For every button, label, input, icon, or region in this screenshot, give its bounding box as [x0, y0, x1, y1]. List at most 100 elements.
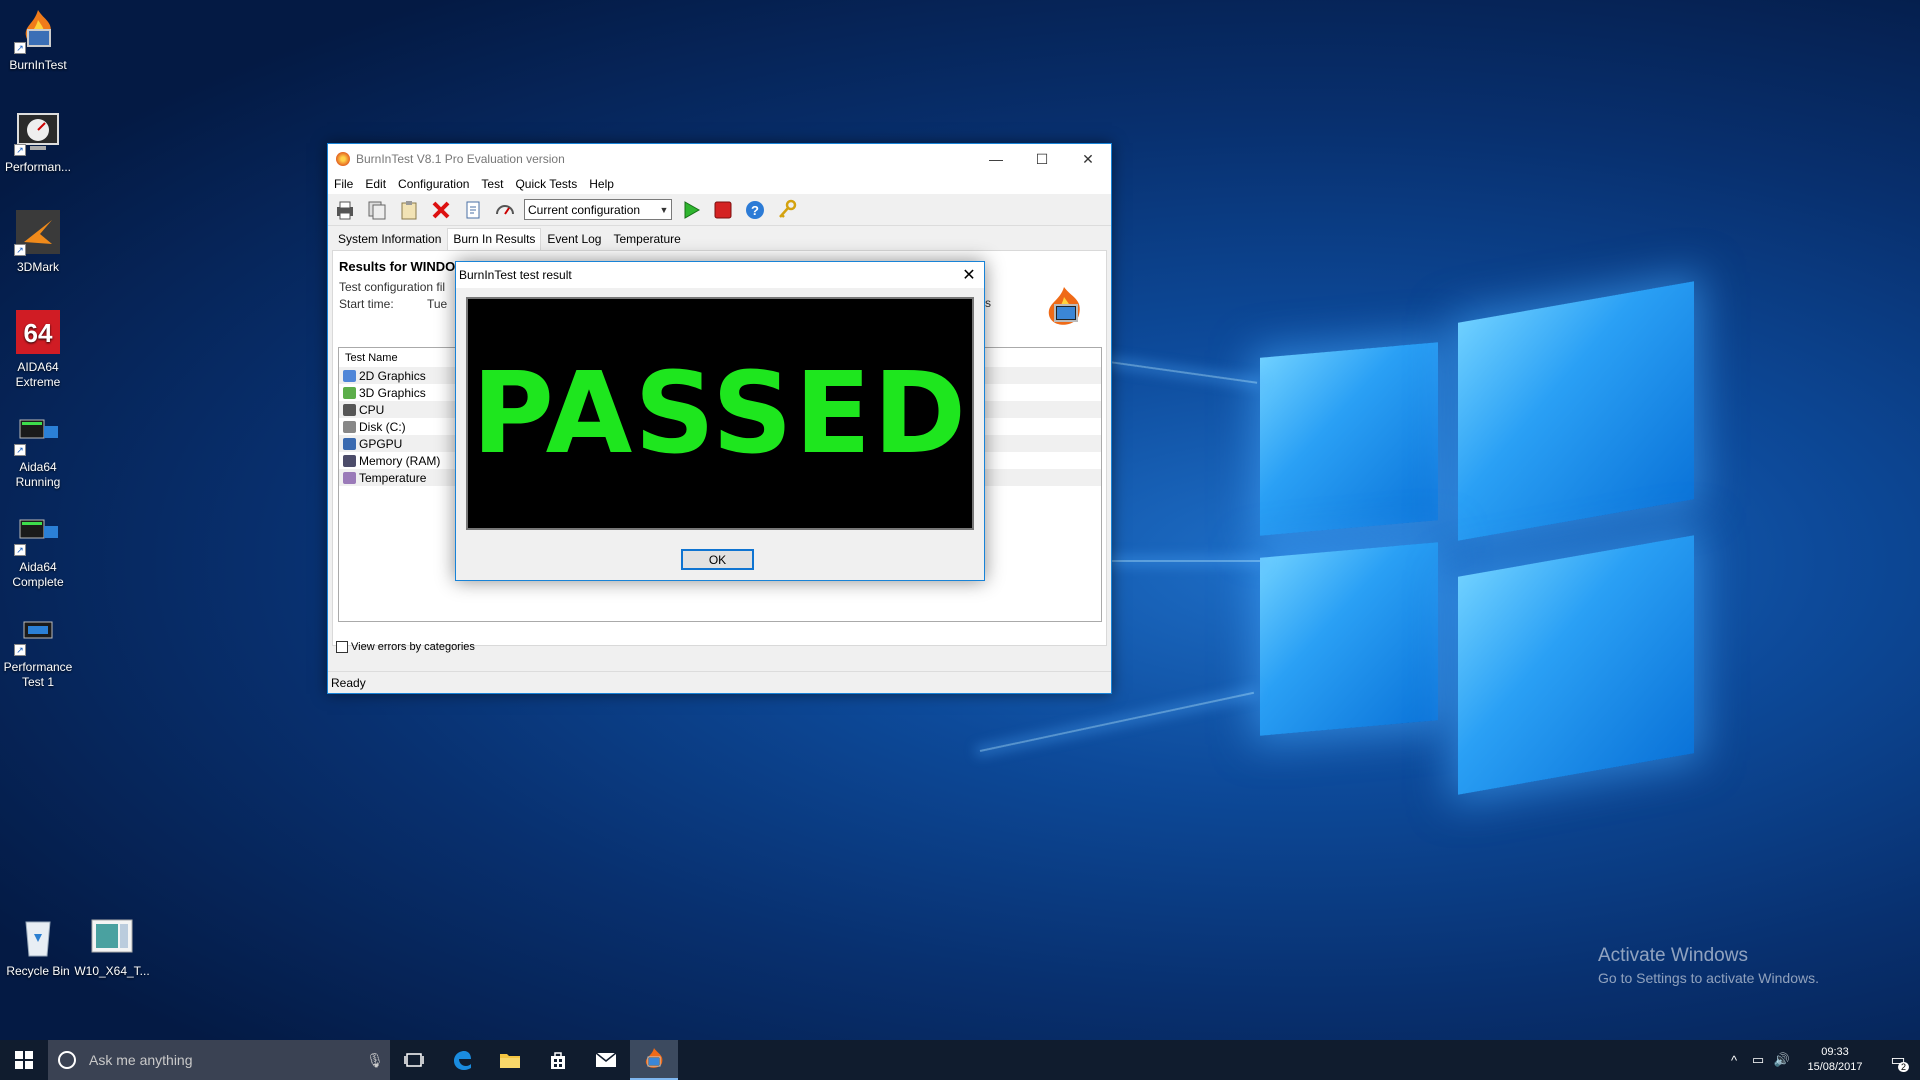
cortana-icon	[58, 1051, 76, 1069]
recycle-bin-icon	[14, 912, 62, 960]
burnintest-app-icon	[336, 152, 350, 166]
gauge-icon[interactable]	[492, 197, 518, 223]
store-icon[interactable]	[534, 1040, 582, 1080]
desktop-icon-aida64-extreme[interactable]: 64 AIDA64 Extreme	[0, 308, 76, 390]
tab-event-log[interactable]: Event Log	[541, 228, 607, 250]
view-errors-checkbox-row[interactable]: View errors by categories	[336, 641, 475, 653]
menu-bar: File Edit Configuration Test Quick Tests…	[328, 174, 1111, 194]
help-icon[interactable]: ?	[742, 197, 768, 223]
windows-logo-wallpaper	[940, 281, 1720, 795]
start-time-label: Start time:	[339, 297, 394, 311]
desktop-icon-label: Aida64 Running	[15, 460, 61, 489]
desktop-icon-3dmark[interactable]: ↗ 3DMark	[0, 208, 76, 275]
key-icon[interactable]	[774, 197, 800, 223]
desktop-icon-burnintest[interactable]: ↗ BurnInTest	[0, 6, 76, 73]
tab-burn-in-results[interactable]: Burn In Results	[447, 228, 542, 250]
test-name: GPGPU	[359, 436, 403, 451]
system-tray: ^ ▭ 🔊 09:33 15/08/2017 ▭ 2	[1722, 1040, 1920, 1080]
clock[interactable]: 09:33 15/08/2017	[1794, 1045, 1876, 1075]
minimize-button[interactable]: —	[973, 144, 1019, 174]
test-result-dialog: BurnInTest test result ✕ PASSED OK	[455, 261, 985, 581]
document-icon[interactable]	[460, 197, 486, 223]
desktop-icon-label: Performan...	[4, 160, 72, 174]
burnintest-taskbar-icon	[645, 1048, 663, 1068]
delete-icon[interactable]	[428, 197, 454, 223]
desktop-icon-performance-test-1[interactable]: ↗ Performance Test 1	[0, 608, 76, 690]
play-icon[interactable]	[678, 197, 704, 223]
menu-file[interactable]: File	[334, 177, 353, 191]
desktop: ↗ BurnInTest ↗ Performan... ↗ 3DMark 64 …	[0, 0, 1920, 1040]
search-box[interactable]: Ask me anything 🎙	[48, 1040, 390, 1080]
view-errors-checkbox[interactable]	[336, 641, 348, 653]
menu-quick-tests[interactable]: Quick Tests	[515, 177, 577, 191]
desktop-icon-recycle-bin[interactable]: Recycle Bin	[0, 912, 76, 979]
result-display: PASSED	[466, 297, 974, 530]
desktop-icon-w10-image[interactable]: W10_X64_T...	[74, 912, 150, 979]
maximize-button[interactable]: ☐	[1019, 144, 1065, 174]
ok-button[interactable]: OK	[681, 549, 754, 570]
microphone-icon[interactable]: 🎙	[360, 1052, 390, 1069]
action-center-button[interactable]: ▭ 2	[1876, 1050, 1920, 1072]
view-errors-label: View errors by categories	[351, 641, 475, 653]
config-file-label: Test configuration fil	[339, 280, 446, 294]
monitor-icon	[343, 369, 356, 382]
status-text: Ready	[331, 676, 366, 690]
image-file-icon	[88, 912, 136, 960]
desktop-icon-label: AIDA64 Extreme	[15, 360, 61, 389]
test-name: 3D Graphics	[359, 385, 426, 400]
tab-system-information[interactable]: System Information	[332, 228, 447, 250]
windows-start-icon	[15, 1051, 33, 1069]
menu-test[interactable]: Test	[481, 177, 503, 191]
desktop-icon-label: Performance Test 1	[3, 660, 73, 689]
window-title: BurnInTest V8.1 Pro Evaluation version	[356, 152, 565, 166]
performance-test-icon: ↗	[14, 108, 62, 156]
disk-icon	[343, 420, 356, 433]
close-icon[interactable]: ✕	[954, 265, 984, 285]
stop-icon[interactable]	[710, 197, 736, 223]
copy-icon[interactable]	[364, 197, 390, 223]
desktop-icon-label: BurnInTest	[9, 58, 67, 72]
clock-date: 15/08/2017	[1807, 1061, 1863, 1073]
desktop-icon-aida64-complete[interactable]: ↗ Aida64 Complete	[0, 508, 76, 590]
clipboard-icon[interactable]	[396, 197, 422, 223]
tab-temperature[interactable]: Temperature	[607, 228, 686, 250]
monitor-icon: ↗	[14, 608, 62, 656]
gpu-icon	[343, 437, 356, 450]
start-time-value: Tue	[427, 297, 448, 311]
monitor-icon: ↗	[14, 508, 62, 556]
svg-text:64: 64	[24, 318, 53, 348]
close-button[interactable]: ✕	[1065, 144, 1111, 174]
taskbar-burnintest-button[interactable]	[630, 1040, 678, 1080]
tab-bar: System Information Burn In Results Event…	[328, 228, 1111, 250]
dialog-titlebar[interactable]: BurnInTest test result ✕	[456, 262, 984, 288]
volume-icon[interactable]: 🔊	[1770, 1052, 1794, 1068]
desktop-icon-label: W10_X64_T...	[74, 964, 150, 978]
start-button[interactable]	[0, 1040, 48, 1080]
print-icon[interactable]	[332, 197, 358, 223]
activate-windows-title: Activate Windows	[1598, 945, 1748, 966]
menu-configuration[interactable]: Configuration	[398, 177, 469, 191]
edge-browser-icon[interactable]	[438, 1040, 486, 1080]
aida64-icon: 64	[14, 308, 62, 356]
task-view-icon[interactable]	[390, 1040, 438, 1080]
menu-edit[interactable]: Edit	[365, 177, 386, 191]
desktop-icon-performancetest[interactable]: ↗ Performan...	[0, 108, 76, 175]
window-titlebar[interactable]: BurnInTest V8.1 Pro Evaluation version —…	[328, 144, 1111, 174]
configuration-select[interactable]: Current configuration ▼	[524, 199, 672, 220]
cube-icon	[343, 386, 356, 399]
notification-count: 2	[1897, 1062, 1909, 1072]
search-placeholder: Ask me anything	[89, 1052, 193, 1068]
burnintest-icon: ↗	[14, 6, 62, 54]
desktop-icon-label: Recycle Bin	[6, 964, 70, 978]
thermometer-icon	[343, 471, 356, 484]
menu-help[interactable]: Help	[589, 177, 614, 191]
file-explorer-icon[interactable]	[486, 1040, 534, 1080]
result-text: PASSED	[471, 348, 969, 479]
desktop-icon-aida64-running[interactable]: ↗ Aida64 Running	[0, 408, 76, 490]
dialog-title: BurnInTest test result	[459, 268, 572, 282]
mail-icon[interactable]	[582, 1040, 630, 1080]
taskbar: Ask me anything 🎙 ^ ▭ 🔊 09:33 15/08/2017…	[0, 1040, 1920, 1080]
desktop-icon-label: 3DMark	[16, 260, 59, 274]
chevron-up-icon[interactable]: ^	[1722, 1053, 1746, 1068]
network-icon[interactable]: ▭	[1746, 1052, 1770, 1068]
